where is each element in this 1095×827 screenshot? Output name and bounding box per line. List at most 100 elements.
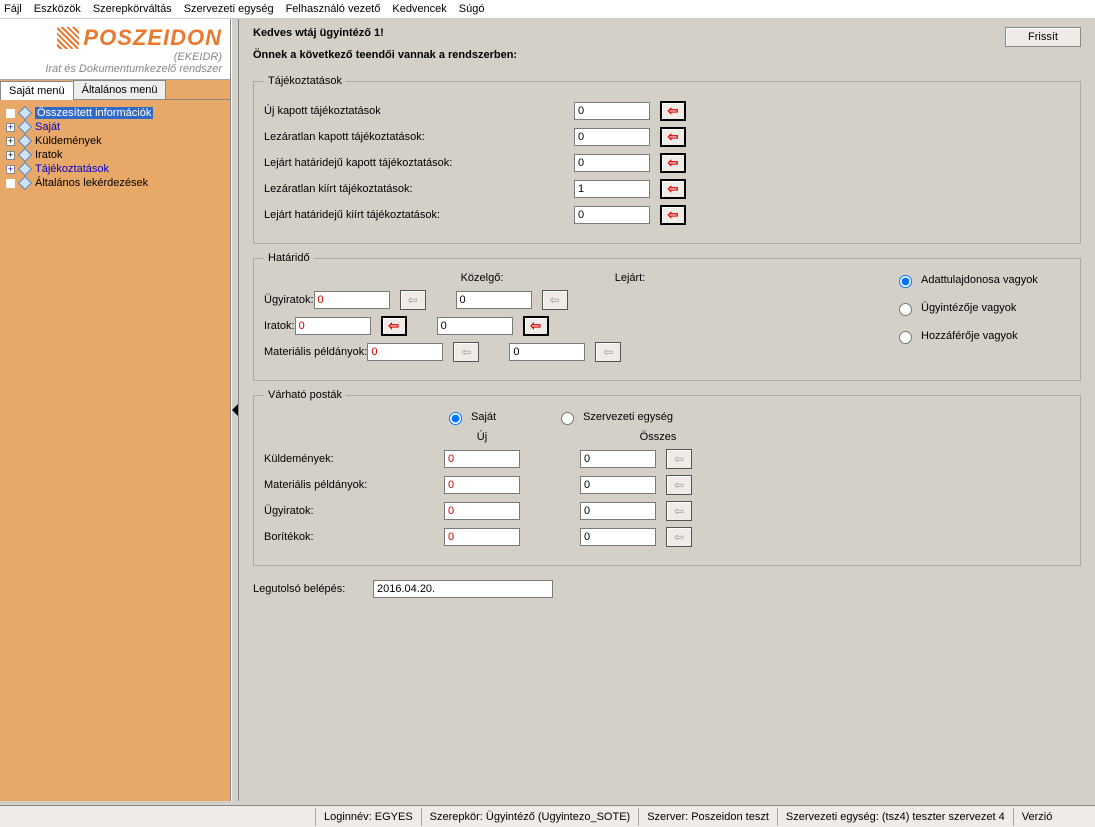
taj-nav-button-0[interactable]: ⇦ — [660, 101, 686, 121]
menubar: Fájl Eszközök Szerepkörváltás Szervezeti… — [0, 0, 1095, 19]
statusbar: Loginnév: EGYES Szerepkör: Ügyintéző (Ug… — [0, 805, 1095, 827]
varh-nav-0[interactable]: ⇦ — [666, 449, 692, 469]
arrow-left-icon: ⇦ — [674, 504, 684, 518]
lastlogin-value — [373, 580, 553, 598]
expander-icon[interactable]: + — [6, 151, 15, 160]
varh-label-3: Borítékok: — [264, 531, 444, 543]
tree-item-1[interactable]: + Saját — [4, 120, 226, 134]
sidebar-tabs: Saját menü Általános menü — [0, 80, 230, 100]
hat-radio-0[interactable]: Adattulajdonosa vagyok — [894, 272, 1038, 288]
varh-nav-2[interactable]: ⇦ — [666, 501, 692, 521]
varh-osszes-0[interactable] — [580, 450, 656, 468]
varh-nav-3[interactable]: ⇦ — [666, 527, 692, 547]
refresh-button[interactable]: Frissít — [1005, 27, 1081, 47]
tree-label: Küldemények — [35, 135, 102, 147]
varh-col-osszes: Összes — [620, 431, 696, 443]
taj-nav-button-1[interactable]: ⇦ — [660, 127, 686, 147]
varh-osszes-2[interactable] — [580, 502, 656, 520]
hat-lejart-2[interactable] — [509, 343, 585, 361]
tab-sajat-menu[interactable]: Saját menü — [0, 81, 74, 100]
status-server: Szerver: Poszeidon teszt — [638, 808, 777, 826]
arrow-left-icon: ⇦ — [668, 181, 679, 197]
greeting: Kedves wtáj ügyintéző 1! — [253, 27, 517, 39]
hat-nav-1[interactable]: ⇦ — [523, 316, 549, 336]
varh-radio-szerv-label: Szervezeti egység — [583, 411, 673, 423]
tree-item-2[interactable]: + Küldemények — [4, 134, 226, 148]
hat-lejart-0[interactable] — [456, 291, 532, 309]
hat-nav-1[interactable]: ⇦ — [381, 316, 407, 336]
expander-icon[interactable]: + — [6, 137, 15, 146]
varh-uj-2[interactable] — [444, 502, 520, 520]
main-panel: Kedves wtáj ügyintéző 1! Önnek a követke… — [239, 19, 1095, 801]
status-role: Szerepkör: Ügyintéző (Ugyintezo_SOTE) — [421, 808, 639, 826]
splitter[interactable] — [231, 19, 239, 801]
taj-label-4: Lejárt határidejű kiírt tájékoztatások: — [264, 209, 574, 221]
varh-radio-szerv-input[interactable] — [561, 412, 574, 425]
taj-label-1: Lezáratlan kapott tájékoztatások: — [264, 131, 574, 143]
menu-eszkozok[interactable]: Eszközök — [34, 3, 81, 15]
hat-nav-0[interactable]: ⇦ — [542, 290, 568, 310]
menu-kedvencek[interactable]: Kedvencek — [392, 3, 446, 15]
diamond-icon — [18, 120, 32, 134]
varh-uj-3[interactable] — [444, 528, 520, 546]
hat-radio-label-1: Ügyintézője vagyok — [921, 302, 1016, 314]
taj-value-3[interactable] — [574, 180, 650, 198]
expander-icon[interactable]: + — [6, 165, 15, 174]
group-tajekoztatasok: Tájékoztatások Új kapott tájékoztatások⇦… — [253, 75, 1081, 244]
hat-lejart-1[interactable] — [437, 317, 513, 335]
hat-nav-2[interactable]: ⇦ — [453, 342, 479, 362]
sidebar: POSZEIDON (EKEIDR) Irat és Dokumentumkez… — [0, 19, 231, 801]
varh-osszes-1[interactable] — [580, 476, 656, 494]
hat-kozelgo-0[interactable] — [314, 291, 390, 309]
taj-value-4[interactable] — [574, 206, 650, 224]
taj-label-2: Lejárt határidejű kapott tájékoztatások: — [264, 157, 574, 169]
tree-item-3[interactable]: +Iratok — [4, 148, 226, 162]
menu-sugo[interactable]: Súgó — [459, 3, 485, 15]
arrow-left-icon: ⇦ — [668, 103, 679, 119]
varh-radio-sajat-input[interactable] — [449, 412, 462, 425]
hat-nav-0[interactable]: ⇦ — [400, 290, 426, 310]
logo-sub2: Irat és Dokumentumkezelő rendszer — [8, 63, 222, 75]
varh-nav-1[interactable]: ⇦ — [666, 475, 692, 495]
hat-radio-1[interactable]: Ügyintézője vagyok — [894, 300, 1038, 316]
status-org: Szervezeti egység: (tsz4) teszter szerve… — [777, 808, 1013, 826]
hat-kozelgo-2[interactable] — [367, 343, 443, 361]
arrow-left-icon: ⇦ — [408, 293, 418, 307]
menu-szervezeti[interactable]: Szervezeti egység — [184, 3, 274, 15]
taj-value-1[interactable] — [574, 128, 650, 146]
logo-area: POSZEIDON (EKEIDR) Irat és Dokumentumkez… — [0, 19, 230, 80]
tree-item-0[interactable]: Összesített információk — [4, 106, 226, 120]
taj-nav-button-4[interactable]: ⇦ — [660, 205, 686, 225]
tab-altalanos-menu[interactable]: Általános menü — [73, 80, 167, 99]
varh-uj-0[interactable] — [444, 450, 520, 468]
menu-szerepkor[interactable]: Szerepkörváltás — [93, 3, 172, 15]
menu-fajl[interactable]: Fájl — [4, 3, 22, 15]
tree-item-5[interactable]: Általános lekérdezések — [4, 176, 226, 190]
tree-item-4[interactable]: +Tájékoztatások — [4, 162, 226, 176]
expander-icon[interactable]: + — [6, 123, 15, 132]
taj-nav-button-3[interactable]: ⇦ — [660, 179, 686, 199]
hat-radio-label-0: Adattulajdonosa vagyok — [921, 274, 1038, 286]
hat-radio-input-2[interactable] — [899, 331, 912, 344]
taj-nav-button-2[interactable]: ⇦ — [660, 153, 686, 173]
logo-icon — [57, 27, 79, 49]
varh-osszes-3[interactable] — [580, 528, 656, 546]
arrow-left-icon: ⇦ — [603, 345, 613, 359]
varh-label-0: Küldemények: — [264, 453, 444, 465]
hat-kozelgo-1[interactable] — [295, 317, 371, 335]
tree-label: Saját — [35, 121, 60, 133]
hat-radio-input-0[interactable] — [899, 275, 912, 288]
tree: Összesített információk + Saját + Küldeménye… — [0, 100, 230, 196]
taj-value-2[interactable] — [574, 154, 650, 172]
varh-uj-1[interactable] — [444, 476, 520, 494]
varh-col-uj: Új — [444, 431, 520, 443]
hat-radio-2[interactable]: Hozzáférője vagyok — [894, 328, 1038, 344]
hat-radio-input-1[interactable] — [899, 303, 912, 316]
menu-felhasznalo[interactable]: Felhasználó vezető — [286, 3, 381, 15]
varh-radio-sajat[interactable]: Saját — [444, 409, 496, 425]
taj-value-0[interactable] — [574, 102, 650, 120]
varh-radio-sajat-label: Saját — [471, 411, 496, 423]
hat-nav-2[interactable]: ⇦ — [595, 342, 621, 362]
varh-radio-szerv[interactable]: Szervezeti egység — [556, 409, 673, 425]
subheading: Önnek a következő teendői vannak a rends… — [253, 49, 517, 61]
